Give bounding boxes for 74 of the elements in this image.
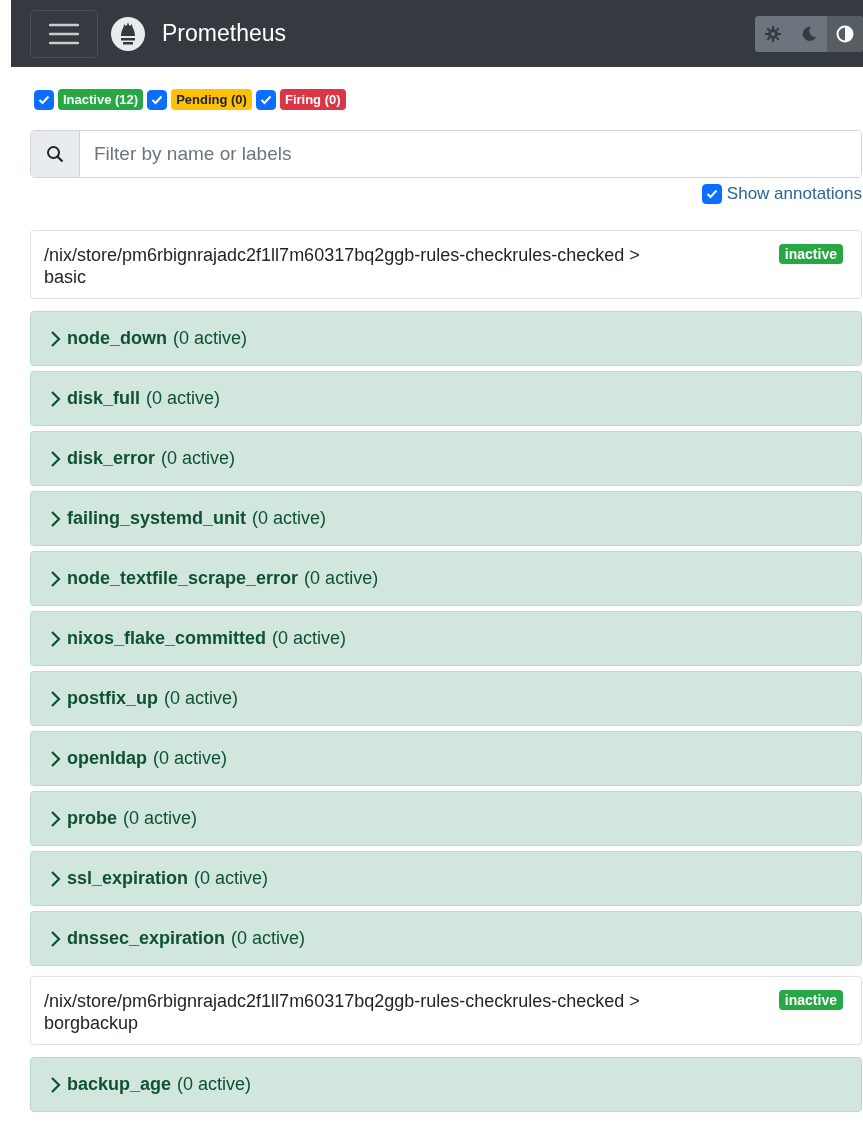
chevron-right-icon [49,1075,61,1094]
chevron-right-icon [49,869,61,888]
contrast-icon [836,24,854,43]
alert-rule-row[interactable]: disk_error (0 active) [30,431,862,486]
alert-rule-row[interactable]: openldap (0 active) [30,731,862,786]
rule-name: failing_systemd_unit [67,508,247,529]
menu-icon [49,22,79,45]
moon-icon [800,24,818,43]
search-icon [46,145,64,163]
chevron-right-icon [49,809,61,828]
menu-button[interactable] [30,9,98,58]
group-title: /nix/store/pm6rbignrajadc2f1ll7m60317bq2ggb-rules-checkrules-checked > basic [44,244,640,288]
rule-count: (0 active) [123,808,198,829]
chevron-right-icon [49,629,61,648]
chevron-right-icon [49,449,61,468]
rule-name: backup_age [67,1074,172,1095]
rule-count: (0 active) [146,388,221,409]
check-icon [705,189,718,199]
check-icon [38,94,50,105]
rule-count: (0 active) [177,1074,252,1095]
group-title: /nix/store/pm6rbignrajadc2f1ll7m60317bq2ggb-rules-checkrules-checked > borgbackup [44,990,640,1034]
rule-name: disk_error [67,448,156,469]
rule-count: (0 active) [304,568,379,589]
alert-rule-row[interactable]: probe (0 active) [30,791,862,846]
alert-rule-row[interactable]: postfix_up (0 active) [30,671,862,726]
rule-name: nixos_flake_committed [67,628,267,649]
rule-count: (0 active) [173,328,248,349]
auto-theme-button[interactable] [827,15,863,52]
rule-count: (0 active) [272,628,347,649]
checkbox[interactable] [255,89,276,110]
rule-name: ssl_expiration [67,868,189,889]
checkbox[interactable] [147,89,168,110]
chevron-right-icon [49,929,61,948]
rule-name: probe [67,808,117,829]
checkbox[interactable] [701,184,722,204]
check-icon [259,94,272,105]
state-badge: Pending (0) [171,89,252,110]
state-badge: inactive [778,990,843,1010]
rule-name: openldap [67,748,147,769]
rule-name: postfix_up [67,688,158,709]
chevron-right-icon [49,509,61,528]
check-icon [151,94,164,105]
rule-name: disk_full [67,388,141,409]
rule-count: (0 active) [252,508,327,529]
alert-rule-row[interactable]: node_down (0 active) [30,311,862,366]
search-field[interactable]: Filter by name or labels [30,130,862,178]
alert-rule-row[interactable]: backup_age (0 active) [30,1057,862,1112]
state-badge: Firing (0) [279,89,346,110]
checkbox[interactable] [34,89,54,110]
flame-logo-icon [110,15,146,52]
state-badge: Inactive (12) [58,89,144,110]
rule-count: (0 active) [153,748,228,769]
app-title: Prometheus [162,20,287,47]
chevron-right-icon [49,689,61,708]
alert-rule-row[interactable]: dnssec_expiration (0 active) [30,911,862,966]
chevron-right-icon [49,329,61,348]
rule-name: node_textfile_scrape_error [67,568,299,589]
alert-rule-row[interactable]: nixos_flake_committed (0 active) [30,611,862,666]
rule-count: (0 active) [194,868,269,889]
alert-rule-row[interactable]: disk_full (0 active) [30,371,862,426]
chevron-right-icon [49,749,61,768]
rule-name: dnssec_expiration [67,928,226,949]
alert-rule-row[interactable]: node_textfile_scrape_error (0 active) [30,551,862,606]
alert-rule-row[interactable]: failing_systemd_unit (0 active) [30,491,862,546]
rule-count: (0 active) [231,928,306,949]
rule-count: (0 active) [164,688,239,709]
state-badge: inactive [778,244,843,264]
rule-name: node_down [67,328,167,349]
gear-icon [764,24,782,43]
rule-count: (0 active) [161,448,236,469]
chevron-right-icon [49,569,61,588]
chevron-right-icon [49,389,61,408]
show-annotations-label[interactable]: Show annotations [726,184,862,204]
alert-rule-row[interactable]: ssl_expiration (0 active) [30,851,862,906]
